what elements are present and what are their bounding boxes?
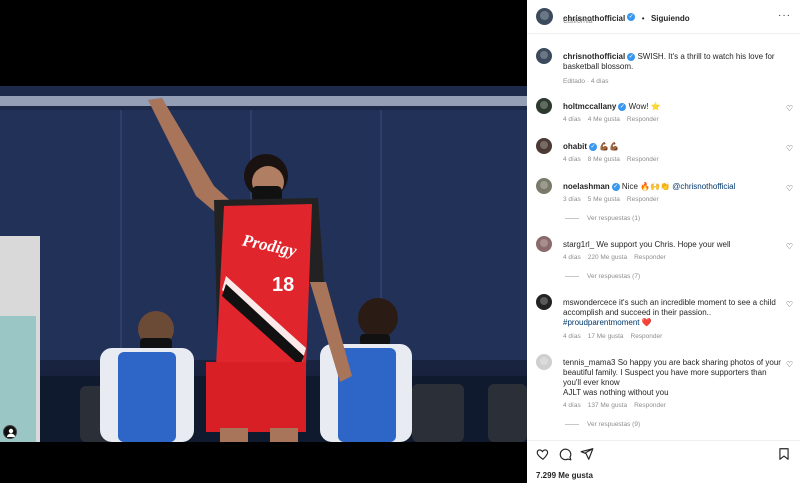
verified-badge-icon: ✓: [618, 102, 627, 111]
comment-username[interactable]: starg1rl_: [563, 240, 594, 249]
header-location[interactable]: California: [563, 18, 593, 25]
comment-body: tennis_mama3 So happy you are back shari…: [563, 358, 785, 398]
comment-username[interactable]: tennis_mama3: [563, 358, 615, 367]
post-actions: 7.299 Me gusta: [527, 440, 800, 483]
like-comment-heart-icon[interactable]: ♡: [786, 300, 793, 309]
comment-likes[interactable]: 17 Me gusta: [588, 333, 624, 340]
comment-likes[interactable]: 8 Me gusta: [588, 156, 620, 163]
following-button[interactable]: Siguiendo: [651, 14, 690, 23]
comment-time[interactable]: 4 días: [563, 156, 581, 163]
post-header: chrisnothofficial ✓ • Siguiendo Californi…: [527, 0, 800, 34]
comment-text: Nice 🔥🙌👏: [621, 182, 671, 191]
comment-likes[interactable]: 137 Me gusta: [588, 402, 627, 409]
comment-likes[interactable]: 220 Me gusta: [588, 254, 627, 261]
like-comment-heart-icon[interactable]: ♡: [786, 242, 793, 251]
reply-button[interactable]: Responder: [627, 156, 659, 163]
comment-time[interactable]: 4 días: [563, 402, 581, 409]
view-replies-button[interactable]: Ver respuestas (1): [565, 215, 640, 222]
share-send-icon[interactable]: [580, 447, 594, 461]
comment-body: mswondercece it's such an incredible mom…: [563, 298, 785, 328]
avatar[interactable]: [536, 8, 553, 25]
comment-time[interactable]: 4 días: [563, 333, 581, 340]
like-heart-icon[interactable]: [536, 447, 550, 461]
post-like-count[interactable]: 7.299 Me gusta: [536, 471, 593, 480]
comment-body: noelashman ✓ Nice 🔥🙌👏 @chrisnothofficial: [563, 182, 785, 192]
comment-time[interactable]: 3 días: [563, 196, 581, 203]
post-sidebar: chrisnothofficial ✓ • Siguiendo Californi…: [527, 0, 800, 483]
comment-text-line2: AJLT was nothing without you: [563, 388, 669, 397]
like-comment-heart-icon[interactable]: ♡: [786, 144, 793, 153]
view-replies-button[interactable]: Ver respuestas (7): [565, 273, 640, 280]
comment-likes[interactable]: 4 Me gusta: [588, 116, 620, 123]
verified-badge-icon: ✓: [589, 142, 597, 151]
comment-body: holtmccallany ✓ Wow! ⭐: [563, 102, 785, 112]
verified-badge-icon: ✓: [627, 12, 636, 21]
comment-likes[interactable]: 5 Me gusta: [588, 196, 620, 203]
jersey-number: 18: [272, 274, 295, 296]
comment-text: We support you Chris. Hope your well: [596, 240, 731, 249]
avatar[interactable]: [536, 48, 552, 64]
comment-time[interactable]: 4 días: [563, 254, 581, 261]
caption-edited: Editado · 4 días: [563, 78, 609, 85]
comment-username[interactable]: mswondercece: [563, 298, 617, 307]
comment-bubble-icon[interactable]: [558, 447, 572, 461]
comment-meta: 3 días 5 Me gusta Responder: [563, 196, 666, 203]
comment-hashtag-link[interactable]: #proudparentmoment ❤️: [563, 318, 652, 327]
comment-time[interactable]: 4 días: [563, 116, 581, 123]
comment-meta: 4 días 4 Me gusta Responder: [563, 116, 666, 123]
avatar[interactable]: [536, 236, 552, 252]
verified-badge-icon: ✓: [611, 182, 620, 191]
comment-body: starg1rl_ We support you Chris. Hope you…: [563, 240, 785, 250]
comment-username[interactable]: ohabit: [563, 142, 587, 151]
like-comment-heart-icon[interactable]: ♡: [786, 104, 793, 113]
caption-username[interactable]: chrisnothofficial: [563, 52, 625, 61]
verified-badge-icon: ✓: [627, 52, 636, 61]
comment-meta: 4 días 8 Me gusta Responder: [563, 156, 666, 163]
avatar[interactable]: [536, 178, 552, 194]
comment-username[interactable]: noelashman: [563, 182, 610, 191]
players-illustration: [0, 98, 527, 442]
caption-body: chrisnothofficial ✓ SWISH. It's a thrill …: [563, 52, 785, 72]
separator-dot: •: [641, 14, 645, 23]
more-options-icon[interactable]: ···: [778, 10, 791, 21]
comment-mention-link[interactable]: @chrisnothofficial: [672, 182, 735, 191]
tagged-people-icon[interactable]: [3, 425, 17, 439]
reply-button[interactable]: Responder: [631, 333, 663, 340]
comment-meta: 4 días 137 Me gusta Responder: [563, 402, 673, 409]
avatar[interactable]: [536, 354, 552, 370]
bookmark-save-icon[interactable]: [777, 447, 791, 461]
gym-scene: Prodigy 18: [0, 86, 527, 442]
instagram-post-viewer: Prodigy 18 chrisnothofficial ✓ • Siguiend…: [0, 0, 800, 483]
reply-button[interactable]: Responder: [634, 254, 666, 261]
comment-meta: 4 días 220 Me gusta Responder: [563, 254, 673, 261]
like-comment-heart-icon[interactable]: ♡: [786, 360, 793, 369]
view-replies-button[interactable]: Ver respuestas (9): [565, 421, 640, 428]
comment-meta: 4 días 17 Me gusta Responder: [563, 333, 669, 340]
comment-text: Wow! ⭐: [628, 102, 661, 111]
avatar[interactable]: [536, 294, 552, 310]
comments-list[interactable]: chrisnothofficial ✓ SWISH. It's a thrill …: [527, 34, 800, 440]
comment-username[interactable]: holtmccallany: [563, 102, 616, 111]
post-photo[interactable]: Prodigy 18: [0, 0, 527, 483]
reply-button[interactable]: Responder: [634, 402, 666, 409]
avatar[interactable]: [536, 98, 552, 114]
comment-body: ohabit ✓ 💪🏾💪🏾: [563, 142, 785, 152]
comment-text: 💪🏾💪🏾: [599, 142, 620, 151]
like-comment-heart-icon[interactable]: ♡: [786, 184, 793, 193]
reply-button[interactable]: Responder: [627, 116, 659, 123]
reply-button[interactable]: Responder: [627, 196, 659, 203]
avatar[interactable]: [536, 138, 552, 154]
